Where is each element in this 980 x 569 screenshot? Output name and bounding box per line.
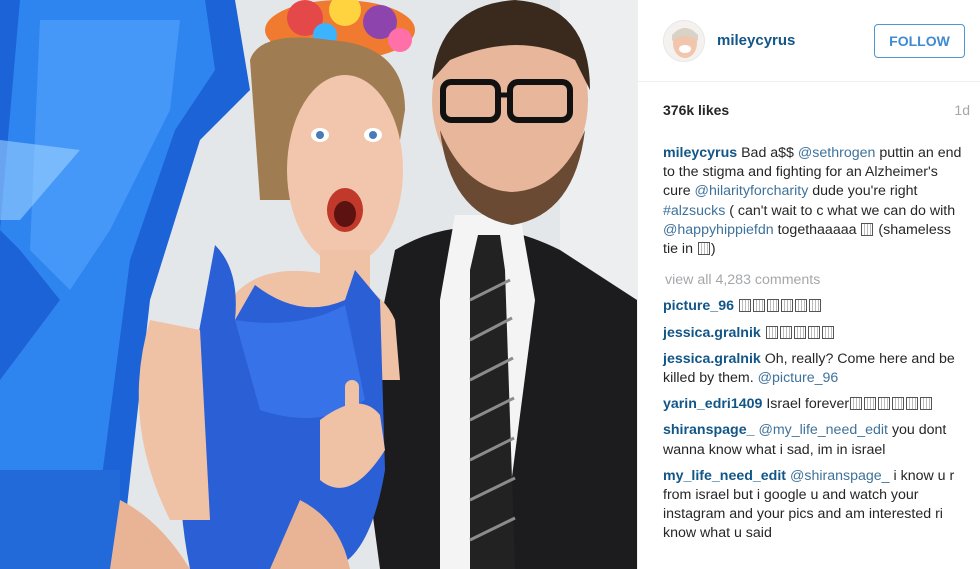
post-photo[interactable] [0, 0, 637, 569]
comment-item: my_life_need_edit @shiranspage_ i know u… [663, 467, 968, 544]
avatar[interactable] [663, 19, 705, 62]
comment-username[interactable]: yarin_edri1409 [663, 396, 762, 412]
comment-item: shiranspage_ @my_life_need_edit you dont… [663, 421, 968, 459]
emoji-glyph [906, 397, 919, 411]
comment-username[interactable]: my_life_need_edit [663, 468, 786, 484]
mention-link[interactable]: @sethrogen [798, 145, 876, 161]
emoji-glyph [821, 325, 834, 339]
emoji-glyph [892, 397, 905, 411]
comment-username[interactable]: jessica.gralnik [663, 325, 761, 341]
comment-item: yarin_edri1409 Israel forever [663, 395, 968, 414]
caption-username[interactable]: mileycyrus [663, 145, 737, 161]
caption-text: ( can't wait to c what we can do with [725, 202, 956, 219]
emoji-glyph [780, 299, 793, 313]
mention-link[interactable]: @picture_96 [758, 370, 839, 386]
hashtag-link[interactable]: #alzsucks [663, 203, 725, 219]
comment-username[interactable]: jessica.gralnik [663, 351, 761, 367]
post-timestamp[interactable]: 1d [954, 102, 970, 118]
follow-button[interactable]: FOLLOW [874, 23, 965, 58]
mention-link[interactable]: @my_life_need_edit [758, 422, 888, 438]
emoji-glyph [738, 299, 751, 313]
caption-text: togethaaaaa [773, 221, 861, 238]
post-username[interactable]: mileycyrus [717, 32, 874, 49]
caption-text: Bad a$$ [741, 145, 798, 161]
emoji-glyph [807, 325, 820, 339]
view-all-comments-link[interactable]: view all 4,283 comments [665, 271, 968, 290]
emoji-glyph [793, 325, 806, 339]
mention-link[interactable]: @shiranspage_ [790, 468, 890, 484]
emoji-glyph [766, 299, 779, 313]
caption-text: dude you're right [808, 183, 918, 200]
mention-link[interactable]: @hilarityforcharity [695, 183, 809, 199]
avatar-image [664, 20, 704, 61]
mention-link[interactable]: @happyhippiefdn [663, 222, 774, 238]
emoji-glyph [861, 222, 874, 236]
instagram-post: mileycyrus FOLLOW 376k likes 1d mileycyr… [0, 0, 980, 569]
emoji-glyph [779, 325, 792, 339]
emoji-glyph [864, 397, 877, 411]
emoji-glyph [752, 299, 765, 313]
emoji-glyph [697, 242, 710, 256]
post-sidebar: mileycyrus FOLLOW 376k likes 1d mileycyr… [637, 0, 980, 569]
photo-illustration [0, 0, 637, 569]
emoji-glyph [920, 397, 933, 411]
comment-username[interactable]: picture_96 [663, 298, 734, 314]
comment-text: Israel forever [762, 396, 850, 413]
emoji-glyph [878, 397, 891, 411]
likes-count[interactable]: 376k likes [663, 102, 729, 118]
emoji-glyph [808, 299, 821, 313]
caption-text: ) [710, 241, 716, 258]
post-meta: 376k likes 1d [638, 82, 980, 138]
emoji-glyph [850, 397, 863, 411]
comment-item: jessica.gralnik [663, 324, 968, 343]
caption: mileycyrus Bad a$$ @sethrogen puttin an … [663, 144, 968, 259]
post-header: mileycyrus FOLLOW [638, 0, 980, 82]
emoji-glyph [765, 325, 778, 339]
comment-username[interactable]: shiranspage_ [663, 422, 754, 438]
emoji-glyph [794, 299, 807, 313]
comment-item: picture_96 [663, 297, 968, 316]
comment-item: jessica.gralnik Oh, really? Come here an… [663, 350, 968, 388]
comments-list: mileycyrus Bad a$$ @sethrogen puttin an … [638, 138, 980, 544]
